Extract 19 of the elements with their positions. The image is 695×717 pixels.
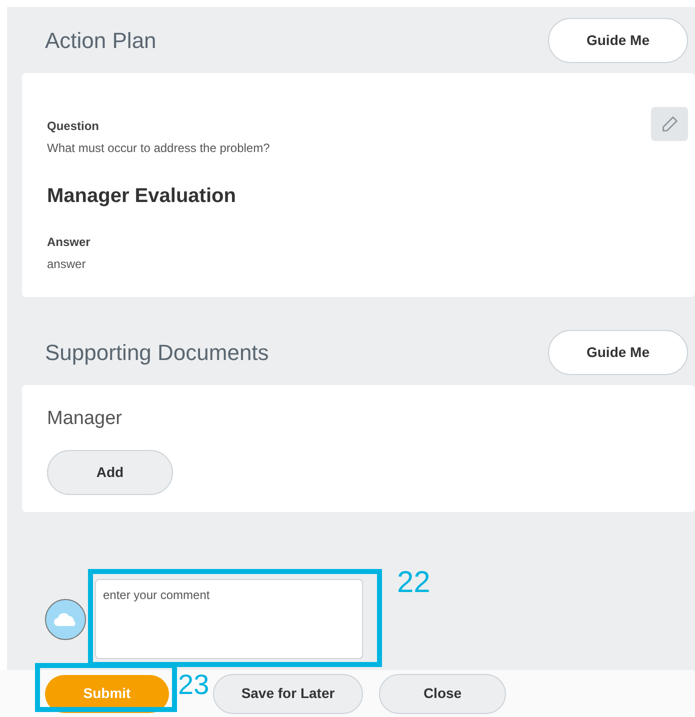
guide-me-button[interactable]: Guide Me	[548, 330, 688, 374]
guide-me-button[interactable]: Guide Me	[548, 18, 688, 62]
section-title: Action Plan	[45, 26, 156, 54]
annotation-number: 22	[397, 568, 430, 598]
field-label: Question	[47, 118, 100, 135]
field-label: Answer	[47, 234, 92, 251]
section-title: Supporting Documents	[45, 338, 269, 367]
comment-field[interactable]: enter your comment	[95, 579, 363, 659]
field-value: answer	[47, 256, 87, 273]
field-value: What must occur to address the problem?	[47, 140, 271, 157]
footer-button[interactable]: Close	[379, 674, 506, 714]
footer-button[interactable]: Save for Later	[213, 674, 363, 714]
avatar-icon	[45, 598, 86, 640]
edit-button[interactable]	[651, 107, 688, 141]
pencil-icon	[660, 115, 678, 133]
add-button[interactable]: Add	[47, 450, 173, 494]
annotation-number: 23	[178, 670, 210, 698]
card-heading: Manager Evaluation	[47, 184, 237, 209]
owner-label: Manager	[47, 407, 123, 431]
